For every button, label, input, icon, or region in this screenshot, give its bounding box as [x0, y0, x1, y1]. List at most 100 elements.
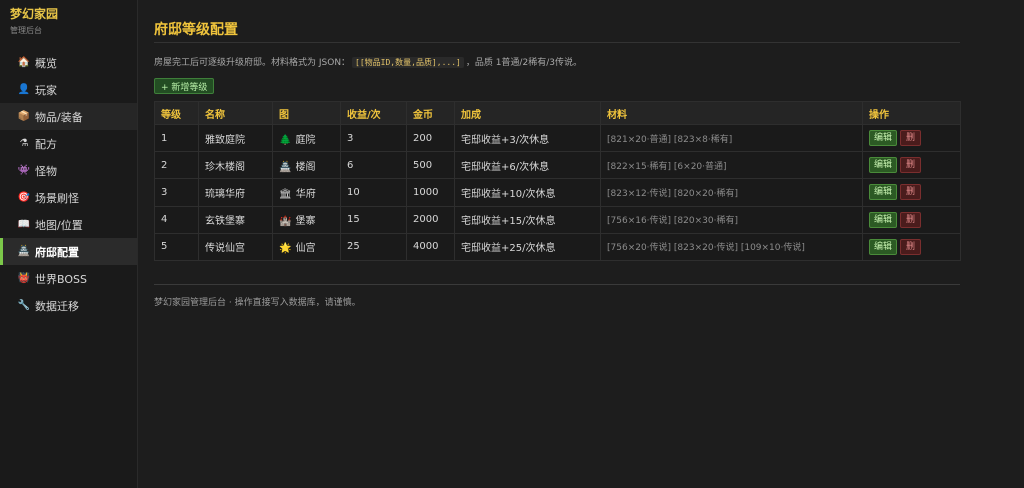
delete-button[interactable]: 删	[900, 130, 922, 147]
cell-name: 雅致庭院	[198, 123, 273, 153]
sidebar-item-label: 地图/位置	[35, 218, 83, 232]
sidebar-item-world-boss[interactable]: 👹 世界BOSS	[0, 265, 137, 292]
table-row: 5 传说仙宫 🌟 仙宫 25 4000 宅邸收益+25/次休息 [756×20·传…	[154, 232, 961, 261]
cell-income: 25	[340, 232, 407, 261]
cell-picture: 🏯 楼阁	[272, 151, 341, 180]
wrench-icon: 🔧	[17, 300, 31, 311]
sidebar-item-scene-spawn[interactable]: 🎯 场景刷怪	[0, 184, 137, 211]
cell-picture: 🏛 华府	[272, 178, 341, 207]
mansion-level-table: 等级 名称 图 收益/次 金币 加成 材料 操作 1 雅致庭院 🌲 庭院 3 20…	[154, 101, 961, 261]
edit-button[interactable]: 编辑	[869, 157, 898, 174]
sidebar-item-players[interactable]: 👤 玩家	[0, 76, 137, 103]
cell-gold: 500	[406, 151, 455, 180]
sidebar-item-label: 怪物	[35, 164, 57, 178]
target-icon: 🎯	[17, 192, 31, 203]
sidebar-item-label: 数据迁移	[35, 299, 79, 313]
table-row: 2 珍木楼阁 🏯 楼阁 6 500 宅邸收益+6/次休息 [822×15·稀有] …	[154, 151, 961, 180]
cell-actions: 编辑删	[862, 151, 961, 180]
picture-label: 堡寨	[295, 216, 316, 228]
palace-icon: 🏛	[279, 188, 292, 200]
footer-divider	[154, 284, 960, 285]
edit-button[interactable]: 编辑	[869, 184, 898, 201]
package-icon: 📦	[17, 111, 31, 122]
cell-bonus: 宅邸收益+6/次休息	[454, 151, 601, 180]
edit-button[interactable]: 编辑	[869, 238, 898, 255]
header-level: 等级	[154, 101, 199, 125]
cell-actions: 编辑删	[862, 205, 961, 234]
brand-subtitle: 管理后台	[10, 26, 42, 35]
header-name: 名称	[198, 101, 273, 125]
table-row: 4 玄铁堡寨 🏰 堡寨 15 2000 宅邸收益+15/次休息 [756×16·传…	[154, 205, 961, 234]
sidebar-item-label: 玩家	[35, 83, 57, 97]
cell-actions: 编辑删	[862, 123, 961, 153]
sidebar-item-label: 物品/装备	[35, 110, 83, 124]
delete-button[interactable]: 删	[900, 157, 922, 174]
title-divider	[154, 42, 960, 43]
cell-actions: 编辑删	[862, 178, 961, 207]
home-icon: 🏠	[17, 57, 31, 68]
sidebar-item-label: 府邸配置	[35, 245, 79, 259]
mansion-icon: 🏯	[17, 246, 31, 257]
delete-button[interactable]: 删	[900, 211, 922, 228]
sidebar-item-label: 概览	[35, 56, 57, 70]
header-picture: 图	[272, 101, 341, 125]
castle-icon: 🏰	[279, 216, 292, 228]
main-content: 府邸等级配置 房屋完工后可逐级升级府邸。材料格式为 JSON： [[物品ID,数量…	[154, 0, 961, 488]
sidebar-item-monsters[interactable]: 👾 怪物	[0, 157, 137, 184]
header-bonus: 加成	[454, 101, 601, 125]
sidebar-item-maps[interactable]: 📖 地图/位置	[0, 211, 137, 238]
cell-name: 玄铁堡寨	[198, 205, 273, 234]
cell-gold: 200	[406, 123, 455, 153]
cell-materials: [823×12·传说] [820×20·稀有]	[600, 178, 863, 207]
header-materials: 材料	[600, 101, 863, 125]
sidebar-nav: 🏠 概览 👤 玩家 📦 物品/装备 ⚗ 配方 👾 怪物 🎯 场景刷怪 📖 地图/…	[0, 49, 137, 319]
cell-level: 2	[154, 151, 199, 180]
delete-button[interactable]: 删	[900, 238, 922, 255]
picture-label: 庭院	[295, 134, 316, 146]
table-row: 1 雅致庭院 🌲 庭院 3 200 宅邸收益+3/次休息 [821×20·普通] …	[154, 123, 961, 153]
monster-icon: 👾	[17, 165, 31, 176]
edit-button[interactable]: 编辑	[869, 211, 898, 228]
book-icon: 📖	[17, 219, 31, 230]
footer-note: 梦幻家园管理后台 · 操作直接写入数据库，请谨慎。	[154, 298, 361, 308]
sidebar-item-label: 世界BOSS	[35, 272, 87, 286]
picture-label: 仙宫	[295, 243, 316, 255]
cell-gold: 1000	[406, 178, 455, 207]
cell-bonus: 宅邸收益+15/次休息	[454, 205, 601, 234]
header-actions: 操作	[862, 101, 961, 125]
tree-icon: 🌲	[279, 134, 292, 146]
sidebar-item-items[interactable]: 📦 物品/装备	[0, 103, 137, 130]
cell-materials: [756×20·传说] [823×20·传说] [109×10·传说]	[600, 232, 863, 261]
cell-name: 珍木楼阁	[198, 151, 273, 180]
delete-button[interactable]: 删	[900, 184, 922, 201]
picture-label: 华府	[295, 188, 316, 200]
add-level-button[interactable]: + 新增等级	[154, 78, 215, 94]
sidebar-item-overview[interactable]: 🏠 概览	[0, 49, 137, 76]
cell-bonus: 宅邸收益+3/次休息	[454, 123, 601, 153]
cell-name: 传说仙宫	[198, 232, 273, 261]
sun-icon: 🌟	[279, 243, 292, 255]
description-text: 房屋完工后可逐级升级府邸。材料格式为 JSON：	[154, 58, 351, 68]
cell-bonus: 宅邸收益+10/次休息	[454, 178, 601, 207]
cell-picture: 🌟 仙宫	[272, 232, 341, 261]
cell-materials: [822×15·稀有] [6×20·普通]	[600, 151, 863, 180]
cell-level: 1	[154, 123, 199, 153]
page-title: 府邸等级配置	[154, 22, 238, 38]
cell-income: 6	[340, 151, 407, 180]
header-gold: 金币	[406, 101, 455, 125]
table-row: 3 琉璃华府 🏛 华府 10 1000 宅邸收益+10/次休息 [823×12·传…	[154, 178, 961, 207]
cell-income: 15	[340, 205, 407, 234]
sidebar-item-data-migration[interactable]: 🔧 数据迁移	[0, 292, 137, 319]
cell-materials: [821×20·普通] [823×8·稀有]	[600, 123, 863, 153]
ogre-icon: 👹	[17, 273, 31, 284]
description-text-after: ，品质 1普通/2稀有/3传说。	[465, 58, 582, 68]
edit-button[interactable]: 编辑	[869, 130, 898, 147]
sidebar-item-recipes[interactable]: ⚗ 配方	[0, 130, 137, 157]
cell-level: 4	[154, 205, 199, 234]
cell-bonus: 宅邸收益+25/次休息	[454, 232, 601, 261]
brand-title: 梦幻家园	[10, 7, 59, 21]
cell-gold: 4000	[406, 232, 455, 261]
cell-level: 5	[154, 232, 199, 261]
sidebar-item-mansion-config[interactable]: 🏯 府邸配置	[0, 238, 137, 265]
cell-picture: 🏰 堡寨	[272, 205, 341, 234]
